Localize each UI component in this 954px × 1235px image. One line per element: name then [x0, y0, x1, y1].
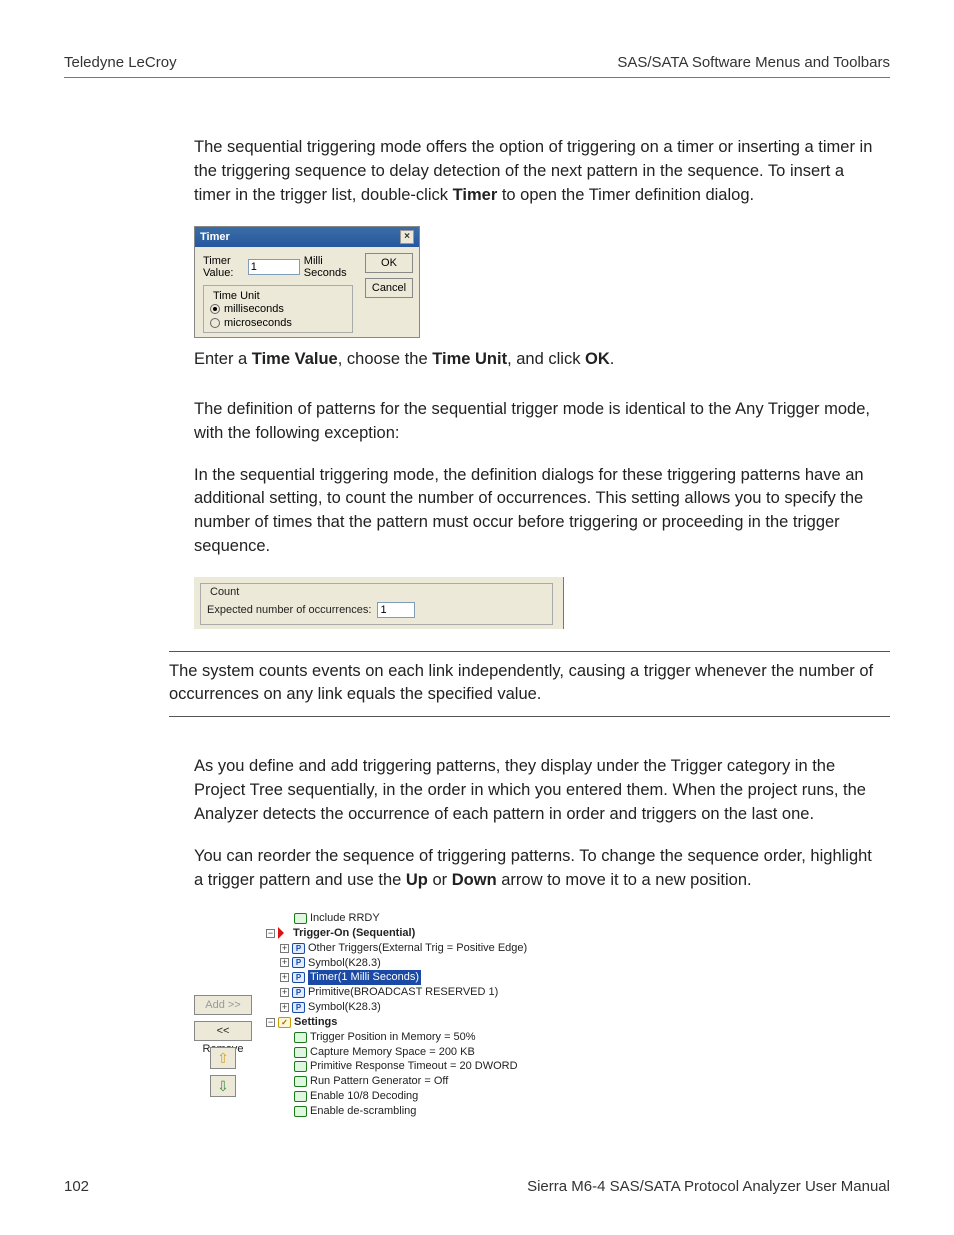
time-unit-group-label: Time Unit [210, 290, 263, 302]
add-button[interactable]: Add >> [194, 995, 252, 1015]
timer-dialog: Timer × OK Cancel Timer Value: Milli Sec… [194, 226, 420, 338]
definition-paragraph: The definition of patterns for the seque… [194, 398, 880, 446]
expand-icon[interactable]: + [280, 988, 289, 997]
expand-icon[interactable]: + [280, 1003, 289, 1012]
header-right: SAS/SATA Software Menus and Toolbars [617, 54, 890, 71]
pattern-icon: P [292, 972, 305, 983]
radio-microseconds[interactable] [210, 318, 220, 328]
note-box: The system counts events on each link in… [169, 651, 890, 717]
ok-button[interactable]: OK [365, 253, 413, 273]
timer-value-input[interactable] [248, 259, 300, 275]
leaf-icon [294, 1076, 307, 1087]
pattern-icon: P [292, 987, 305, 998]
settings-icon: ✓ [278, 1017, 291, 1028]
manual-title: Sierra M6-4 SAS/SATA Protocol Analyzer U… [527, 1178, 890, 1195]
move-down-button[interactable]: ⇩ [210, 1075, 236, 1097]
enter-value-line: Enter a Time Value, choose the Time Unit… [194, 348, 880, 372]
page-number: 102 [64, 1178, 89, 1195]
project-tree: Include RRDY −Trigger-On (Sequential) +P… [266, 911, 527, 1119]
sequential-paragraph: In the sequential triggering mode, the d… [194, 464, 880, 560]
expand-icon[interactable]: + [280, 958, 289, 967]
page-footer: 102 Sierra M6-4 SAS/SATA Protocol Analyz… [64, 1178, 890, 1195]
dialog-title: Timer [200, 231, 230, 243]
page-header: Teledyne LeCroy SAS/SATA Software Menus … [64, 54, 890, 78]
remove-button[interactable]: << Remove [194, 1021, 252, 1041]
leaf-icon [294, 1106, 307, 1117]
collapse-icon[interactable]: − [266, 1018, 275, 1027]
move-up-button[interactable]: ⇧ [210, 1047, 236, 1069]
pattern-display-paragraph: As you define and add triggering pattern… [194, 755, 880, 827]
pattern-icon: P [292, 943, 305, 954]
header-left: Teledyne LeCroy [64, 54, 177, 71]
timer-value-label: Timer Value: [203, 255, 244, 279]
leaf-icon [294, 1091, 307, 1102]
timer-value-unit: Milli Seconds [304, 255, 347, 279]
leaf-icon [294, 1032, 307, 1043]
leaf-icon [294, 1061, 307, 1072]
radio-milliseconds[interactable] [210, 304, 220, 314]
trigger-icon [278, 927, 290, 939]
count-input[interactable] [377, 602, 415, 618]
pattern-icon: P [292, 957, 305, 968]
reorder-paragraph: You can reorder the sequence of triggeri… [194, 845, 880, 893]
pattern-icon: P [292, 1002, 305, 1013]
leaf-icon [294, 913, 307, 924]
intro-paragraph: The sequential triggering mode offers th… [194, 136, 880, 208]
leaf-icon [294, 1047, 307, 1058]
count-label: Expected number of occurrences: [207, 604, 371, 616]
count-group: Count Expected number of occurrences: [194, 577, 564, 629]
collapse-icon[interactable]: − [266, 929, 275, 938]
cancel-button[interactable]: Cancel [365, 278, 413, 298]
expand-icon[interactable]: + [280, 944, 289, 953]
count-group-label: Count [207, 586, 242, 598]
expand-icon[interactable]: + [280, 973, 289, 982]
close-icon[interactable]: × [400, 230, 414, 244]
selected-tree-item[interactable]: +PTimer(1 Milli Seconds) [266, 970, 527, 985]
